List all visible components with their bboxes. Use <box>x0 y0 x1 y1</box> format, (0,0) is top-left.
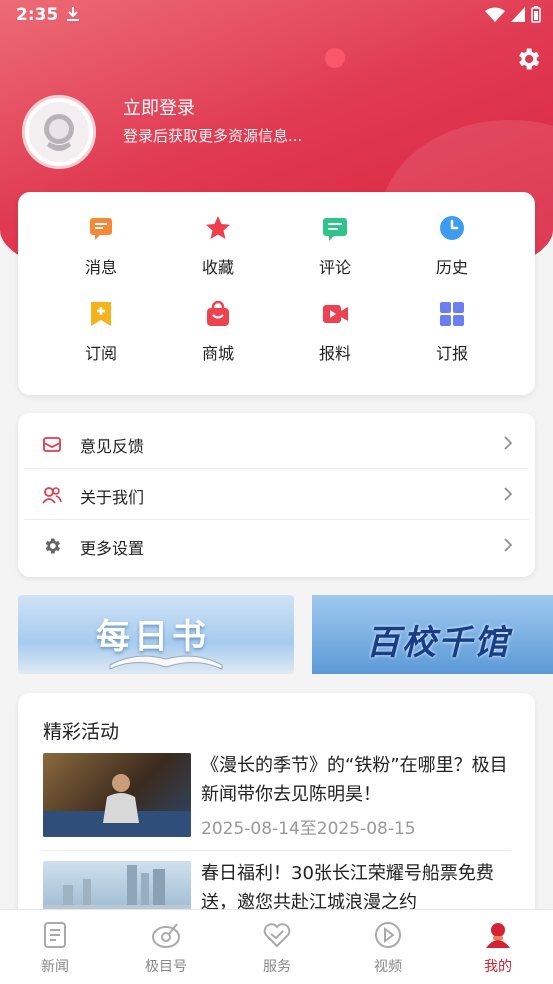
shopping-bag-icon <box>207 300 229 326</box>
status-bar: 2:35 <box>0 0 553 30</box>
grid-item-favorites[interactable]: 收藏 <box>168 214 268 278</box>
grid-label: 商城 <box>201 344 234 363</box>
menu-item-label: 关于我们 <box>80 488 145 507</box>
service-icon <box>263 923 291 948</box>
avatar[interactable] <box>22 95 96 169</box>
jimu-icon <box>152 923 180 948</box>
banner-daily-book[interactable]: 每日书 <box>18 595 294 674</box>
menu-item-label: 更多设置 <box>80 539 145 558</box>
menu-item-about[interactable]: 关于我们 <box>24 470 529 520</box>
video-camera-icon <box>323 305 348 323</box>
login-subtitle: 登录后获取更多资源信息... <box>123 127 303 145</box>
banner-schools-libraries[interactable]: 百校千馆 <box>312 595 553 674</box>
decorative-dot <box>325 48 345 68</box>
menu-item-label: 意见反馈 <box>80 437 145 456</box>
comment-icon <box>323 218 347 241</box>
settings-menu-card: 意见反馈 关于我们 更多设置 <box>18 413 535 577</box>
grid-label: 收藏 <box>201 258 234 277</box>
quick-actions-card: 消息 收藏 评论 历史 订阅 商城 报料 订报 <box>18 192 535 395</box>
tab-label: 我的 <box>484 959 512 975</box>
news-icon <box>44 922 66 948</box>
person-silhouette-icon <box>43 774 191 837</box>
message-icon <box>90 218 112 240</box>
user-icon <box>486 923 510 948</box>
chevron-right-icon <box>504 436 513 450</box>
tab-label: 极目号 <box>145 959 187 975</box>
subscribe-icon <box>91 302 111 326</box>
chevron-right-icon <box>504 487 513 501</box>
tab-label: 新闻 <box>41 959 69 975</box>
tab-service[interactable]: 服务 <box>232 910 322 984</box>
grid-icon <box>440 302 464 326</box>
grid-item-report[interactable]: 报料 <box>285 300 385 364</box>
battery-icon <box>531 6 541 23</box>
grid-label: 评论 <box>318 258 351 277</box>
gear-icon <box>45 538 60 554</box>
activity-thumbnail[interactable] <box>43 753 191 837</box>
chevron-right-icon <box>504 538 513 552</box>
settings-gear-icon[interactable] <box>514 45 542 73</box>
grid-item-newspaper[interactable]: 订报 <box>402 300 502 364</box>
activity-title[interactable]: 《漫长的季节》的“铁粉”在哪里？极目新闻带你去见陈明昊！ <box>201 751 511 809</box>
section-title: 精彩活动 <box>43 721 120 743</box>
grid-label: 消息 <box>84 258 117 277</box>
default-avatar-icon <box>29 102 89 162</box>
play-icon <box>375 922 401 948</box>
menu-item-more-settings[interactable]: 更多设置 <box>24 521 529 571</box>
banner-title: 每日书 <box>96 617 210 657</box>
grid-label: 订报 <box>435 344 468 363</box>
bottom-tab-bar: 新闻 极目号 服务 视频 我的 <box>0 909 553 984</box>
signal-icon <box>511 6 525 22</box>
grid-label: 报料 <box>318 344 351 363</box>
clock-icon <box>440 216 464 240</box>
grid-label: 历史 <box>435 258 468 277</box>
grid-item-history[interactable]: 历史 <box>402 214 502 278</box>
star-icon <box>206 216 230 239</box>
wifi-icon <box>485 7 505 22</box>
grid-label: 订阅 <box>84 344 117 363</box>
tab-jimu-account[interactable]: 极目号 <box>121 910 211 984</box>
activities-card: 精彩活动 《漫长的季节》的“铁粉”在哪里？极目新闻带你去见陈明昊！ 2025-0… <box>18 693 535 945</box>
status-time: 2:35 <box>16 5 59 25</box>
download-icon <box>67 7 79 21</box>
tab-mine[interactable]: 我的 <box>453 910 543 984</box>
tab-news[interactable]: 新闻 <box>10 910 100 984</box>
banner-title: 百校千馆 <box>366 623 510 663</box>
tab-video[interactable]: 视频 <box>343 910 433 984</box>
menu-item-feedback[interactable]: 意见反馈 <box>24 419 529 469</box>
people-icon <box>42 487 62 504</box>
feedback-mail-icon <box>43 437 61 452</box>
divider <box>43 850 511 851</box>
login-title[interactable]: 立即登录 <box>123 94 195 120</box>
grid-item-subscribe[interactable]: 订阅 <box>51 300 151 364</box>
tab-label: 视频 <box>374 959 402 975</box>
tab-label: 服务 <box>263 959 291 975</box>
grid-item-message[interactable]: 消息 <box>51 214 151 278</box>
grid-item-mall[interactable]: 商城 <box>168 300 268 364</box>
activity-date: 2025-08-14至2025-08-15 <box>201 819 416 839</box>
grid-item-comments[interactable]: 评论 <box>285 214 385 278</box>
